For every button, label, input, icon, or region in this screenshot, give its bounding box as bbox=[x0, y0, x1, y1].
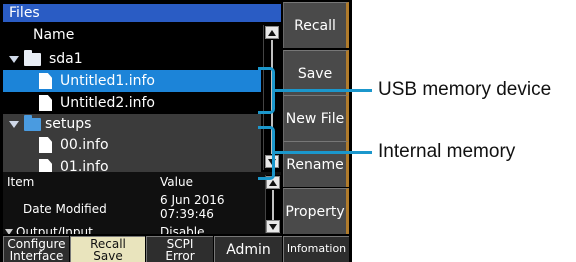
tab-admin[interactable]: Admin bbox=[214, 236, 282, 262]
tab-label-line2: Error bbox=[165, 249, 195, 262]
internal-callout-line bbox=[274, 151, 372, 154]
list-item-label: Untitled2.info bbox=[60, 95, 155, 111]
file-icon bbox=[39, 73, 52, 89]
folder-icon bbox=[24, 50, 41, 66]
arrow-down-icon bbox=[269, 224, 277, 230]
property-value-output-input: Disable bbox=[160, 225, 205, 234]
property-item-label: Output/Input bbox=[16, 225, 93, 234]
tab-scpi-error[interactable]: SCPI Error bbox=[146, 236, 213, 262]
tab-configure-interface[interactable]: Configure Interface bbox=[3, 236, 69, 262]
value-column-header: Value bbox=[160, 175, 193, 189]
property-item-date-modified: Date Modified bbox=[23, 202, 107, 216]
list-item-untitled2[interactable]: Untitled2.info bbox=[3, 92, 261, 114]
property-item-output-input: Output/Input bbox=[3, 225, 93, 234]
arrow-up-icon bbox=[269, 180, 277, 186]
property-scrollbar[interactable] bbox=[265, 175, 281, 233]
item-column-header: Item bbox=[7, 175, 35, 189]
property-panel: Item Value Date Modified 6 Jun 2016 07:3… bbox=[3, 172, 281, 234]
tab-label: Admin bbox=[226, 242, 271, 258]
rename-button[interactable]: Rename bbox=[283, 141, 349, 187]
tab-information[interactable]: Infomation bbox=[283, 236, 349, 262]
tab-label-line2: Save bbox=[93, 249, 123, 262]
list-item-label: sda1 bbox=[49, 51, 83, 67]
list-item-sda1[interactable]: sda1 bbox=[3, 48, 261, 70]
arrow-up-icon bbox=[268, 30, 276, 36]
usb-callout-bracket bbox=[258, 67, 275, 114]
file-icon bbox=[39, 137, 52, 153]
scroll-up-button[interactable] bbox=[265, 26, 279, 39]
instrument-screen: Files Name sda1 Untitled1.info Untitled2… bbox=[0, 0, 352, 262]
list-item-setups[interactable]: setups bbox=[3, 114, 261, 134]
new-file-button[interactable]: New File bbox=[283, 95, 349, 141]
expand-triangle-icon[interactable] bbox=[5, 229, 13, 234]
name-column-header: Name bbox=[33, 27, 75, 43]
internal-callout-bracket bbox=[258, 126, 275, 180]
files-panel-title: Files bbox=[3, 4, 281, 22]
scroll-down-button[interactable] bbox=[266, 220, 280, 233]
tab-label-line2: Interface bbox=[9, 249, 64, 262]
list-item-01[interactable]: 01.info bbox=[3, 156, 261, 175]
list-item-label: Untitled1.info bbox=[60, 73, 155, 89]
tab-label: Infomation bbox=[286, 242, 347, 255]
recall-button[interactable]: Recall bbox=[283, 2, 349, 48]
expand-triangle-icon[interactable] bbox=[9, 121, 19, 128]
expand-triangle-icon[interactable] bbox=[9, 56, 19, 63]
usb-memory-label: USB memory device bbox=[378, 79, 552, 100]
folder-icon bbox=[24, 115, 41, 131]
list-item-label: setups bbox=[45, 116, 92, 132]
internal-memory-label: Internal memory bbox=[378, 141, 516, 162]
file-icon bbox=[39, 95, 52, 111]
scroll-track[interactable] bbox=[272, 190, 274, 220]
list-item-untitled1[interactable]: Untitled1.info bbox=[3, 70, 261, 92]
list-item-label: 00.info bbox=[60, 137, 109, 153]
list-item-00[interactable]: 00.info bbox=[3, 134, 261, 156]
usb-callout-line bbox=[274, 89, 372, 92]
property-value-time: 07:39:46 bbox=[160, 207, 214, 221]
property-button[interactable]: Property bbox=[283, 188, 349, 234]
property-value-date: 6 Jun 2016 bbox=[160, 193, 225, 207]
tab-recall-save[interactable]: Recall Save bbox=[70, 236, 145, 262]
